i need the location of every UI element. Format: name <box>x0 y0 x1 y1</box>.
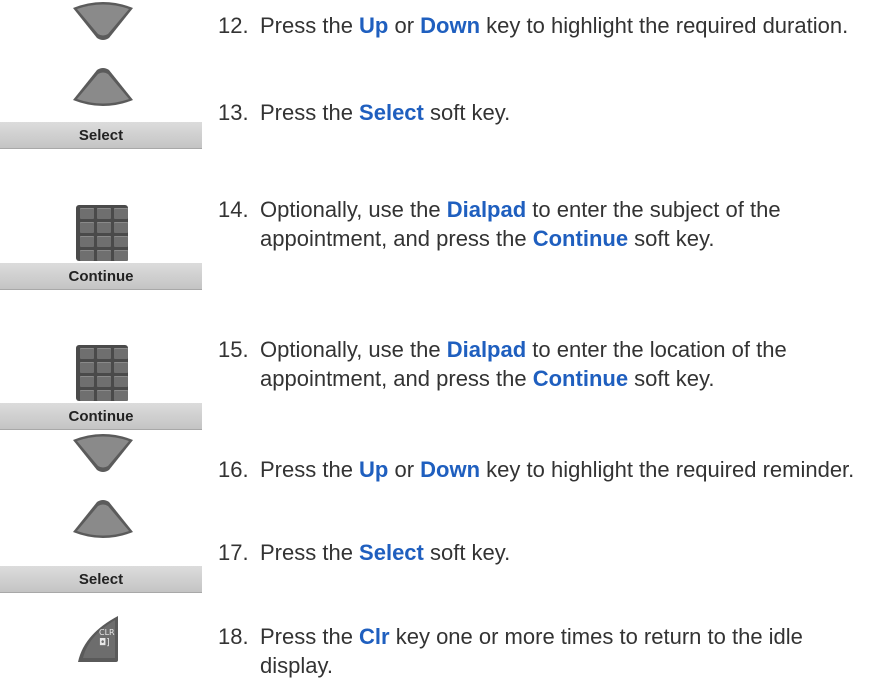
step-text: key to highlight the required duration. <box>480 13 849 38</box>
nav-down-key-icon <box>73 68 133 106</box>
step-text: Optionally, use the <box>260 197 447 222</box>
nav-down-key-icon <box>73 500 133 538</box>
step-13: 13. Press the Select soft key. <box>218 98 858 127</box>
step-number: 12. <box>218 13 249 38</box>
down-keyword: Down <box>420 457 481 482</box>
step-text: Press the <box>260 100 360 125</box>
select-softkey: Select <box>0 566 202 593</box>
clr-key-label: CLR <box>99 628 115 637</box>
step-number: 13. <box>218 100 249 125</box>
step-18: 18. Press the Clr key one or more times … <box>218 622 858 680</box>
step-text: soft key. <box>423 540 511 565</box>
step-text: key to highlight the required reminder. <box>480 457 855 482</box>
step-text: Press the <box>260 13 360 38</box>
step-text: soft key. <box>423 100 511 125</box>
continue-keyword: Continue <box>532 226 629 251</box>
step-16: 16. Press the Up or Down key to highligh… <box>218 455 858 484</box>
step-text: or <box>388 457 421 482</box>
step-number: 14. <box>218 197 249 222</box>
dialpad-icon <box>76 345 128 401</box>
dialpad-keyword: Dialpad <box>446 197 527 222</box>
clr-key-icon: CLR ◘] <box>74 614 124 664</box>
step-text: Optionally, use the <box>260 337 447 362</box>
select-softkey: Select <box>0 122 202 149</box>
select-keyword: Select <box>359 540 424 565</box>
clr-keyword: Clr <box>359 624 390 649</box>
step-text: Press the <box>260 457 360 482</box>
continue-softkey: Continue <box>0 263 202 290</box>
up-keyword: Up <box>359 13 389 38</box>
dialpad-keyword: Dialpad <box>446 337 527 362</box>
step-text: Press the <box>260 624 360 649</box>
step-text: or <box>388 13 421 38</box>
step-number: 15. <box>218 337 249 362</box>
down-keyword: Down <box>420 13 481 38</box>
step-number: 18. <box>218 624 249 649</box>
step-15: 15. Optionally, use the Dialpad to enter… <box>218 335 858 393</box>
up-keyword: Up <box>359 457 389 482</box>
continue-keyword: Continue <box>532 366 629 391</box>
step-text: Press the <box>260 540 360 565</box>
select-keyword: Select <box>359 100 424 125</box>
step-14: 14. Optionally, use the Dialpad to enter… <box>218 195 858 253</box>
step-text: soft key. <box>628 226 715 251</box>
step-number: 17. <box>218 540 249 565</box>
step-number: 16. <box>218 457 249 482</box>
step-12: 12. Press the Up or Down key to highligh… <box>218 11 858 40</box>
step-text: soft key. <box>628 366 715 391</box>
continue-softkey: Continue <box>0 403 202 430</box>
nav-up-key-icon <box>73 2 133 40</box>
dialpad-icon <box>76 205 128 261</box>
nav-up-key-icon <box>73 434 133 472</box>
step-17: 17. Press the Select soft key. <box>218 538 858 567</box>
clr-key-glyph: ◘] <box>99 638 110 648</box>
